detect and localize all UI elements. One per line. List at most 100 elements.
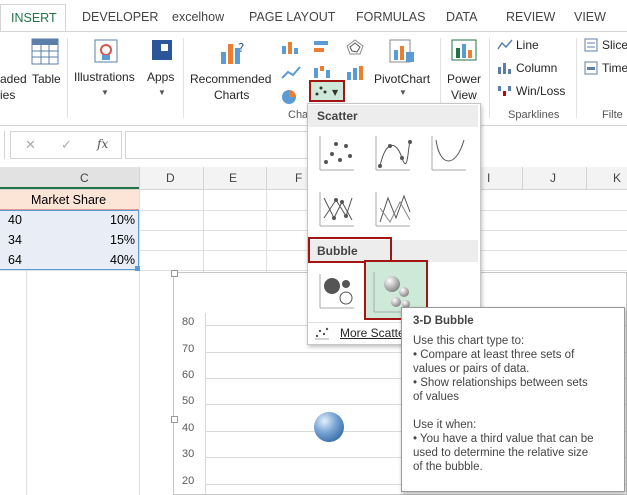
tooltip-line: used to determine the relative size [413,447,589,459]
table-cell[interactable]: 40 [8,210,22,230]
cancel-icon[interactable]: ✕ [25,137,36,153]
tab-developer[interactable]: DEVELOPER [82,10,158,24]
slicer-button[interactable]: Slice [602,38,627,52]
chevron-down-icon: ▼ [158,88,166,97]
y-axis-tick: 60 [182,369,195,381]
chevron-down-icon: ▼ [101,88,109,97]
ribbon-partial-label: aded [0,72,27,86]
tooltip-title: 3-D Bubble [413,315,474,327]
chevron-down-icon: ▼ [399,88,407,97]
column-chart-icon[interactable] [280,38,302,56]
illustrations-button[interactable]: Illustrations [74,70,135,84]
ribbon-divider [576,38,577,118]
radar-chart-icon[interactable] [345,38,365,56]
column-header-k[interactable]: K [613,171,621,185]
column-header-i[interactable]: I [487,171,490,185]
column-header-c[interactable]: C [80,171,89,185]
table-cell[interactable]: 10% [110,210,135,230]
apps-icon[interactable] [150,38,176,64]
scatter-icon: ▼ [315,86,339,97]
bubble-option[interactable] [316,270,358,312]
power-view-label: View [451,88,477,102]
table-cell[interactable]: 64 [8,250,22,270]
tab-review[interactable]: REVIEW [506,10,555,24]
tab-insert[interactable]: INSERT [0,4,66,32]
svg-text:?: ? [238,41,244,55]
tooltip-line: of the bubble. [413,461,483,473]
recommended-charts-button[interactable]: Recommended [190,72,271,86]
sparkline-line-button[interactable]: Line [516,38,539,52]
scatter-option[interactable] [316,132,358,174]
scatter-smooth-markers-option[interactable] [372,132,414,174]
ribbon-divider [489,38,490,118]
power-view-icon[interactable] [450,38,478,66]
pivotchart-icon[interactable] [388,38,418,68]
scatter-straight-markers-option[interactable] [316,188,358,230]
insert-function-icon[interactable]: fx [97,137,108,151]
table-icon[interactable] [31,38,61,66]
bubble-point[interactable] [314,412,344,442]
group-label-charts: Cha [288,109,309,121]
svg-text:▼: ▼ [332,88,339,97]
column-header-e[interactable]: E [229,171,237,185]
tooltip-line: values or pairs of data. [413,363,530,375]
tab-excelhow[interactable]: excelhow [172,10,224,24]
column-header-j[interactable]: J [550,171,556,185]
tooltip-line: • You have a third value that can be [413,433,594,445]
more-scatter-charts-link[interactable]: More Scatte [340,326,405,340]
tab-data[interactable]: DATA [446,10,477,24]
table-cell[interactable]: 15% [110,230,135,250]
line-sparkline-icon [497,38,513,52]
recommended-charts-icon[interactable]: ? [218,38,248,68]
timeline-button[interactable]: Time [602,61,627,75]
tooltip-3d-bubble: 3-D Bubble Use this chart type to: • Com… [401,307,625,492]
tooltip-line: of values [413,391,460,403]
column-header-c-bg [0,167,139,189]
y-axis-tick: 30 [182,448,195,460]
line-chart-icon[interactable] [280,64,302,82]
pie-chart-icon[interactable] [280,88,302,106]
fill-handle[interactable] [135,266,140,271]
sparkline-column-button[interactable]: Column [516,61,557,75]
column-header-d[interactable]: D [166,171,175,185]
tab-formulas[interactable]: FORMULAS [356,10,425,24]
table-cell[interactable]: 34 [8,230,22,250]
group-label-filters: Filte [602,109,623,121]
hierarchy-chart-icon[interactable] [312,38,334,56]
power-view-button[interactable]: Power [447,72,481,86]
slicer-icon [584,38,598,52]
ribbon-divider [183,38,184,118]
name-box[interactable] [0,131,5,159]
scatter-smooth-lines-option[interactable] [428,132,470,174]
pivotchart-button[interactable]: PivotChart [374,72,430,86]
apps-button[interactable]: Apps [147,70,174,84]
y-axis-tick: 70 [182,343,195,355]
winloss-sparkline-icon [497,84,513,98]
formula-input[interactable] [125,131,325,159]
column-sparkline-icon [497,61,513,75]
scatter-straight-lines-option[interactable] [372,188,414,230]
table-cell[interactable]: 40% [110,250,135,270]
area-chart-icon[interactable] [345,64,367,82]
y-axis-tick: 20 [182,475,195,487]
table-button[interactable]: Table [32,72,61,86]
ribbon-divider [67,38,68,118]
scatter-chart-button[interactable]: ▼ [309,80,345,102]
tab-view[interactable]: VIEW [574,10,606,24]
y-axis-tick: 40 [182,422,195,434]
ribbon-partial-label-2: ies [0,88,16,102]
ribbon-tabs: INSERT DEVELOPER excelhow PAGE LAYOUT FO… [0,0,627,32]
group-label-sparklines: Sparklines [508,109,560,121]
y-axis-tick: 50 [182,395,195,407]
illustrations-icon[interactable] [92,38,120,66]
menu-section-scatter: Scatter [308,105,478,127]
enter-icon[interactable]: ✓ [61,137,72,153]
tooltip-line: • Compare at least three sets of [413,349,575,361]
timeline-icon [584,61,598,75]
y-axis-tick: 80 [182,316,195,328]
tooltip-line: Use this chart type to: [413,335,525,347]
table-header-market-share[interactable]: Market Share [31,190,106,210]
sparkline-winloss-button[interactable]: Win/Loss [516,84,565,98]
tab-page-layout[interactable]: PAGE LAYOUT [249,10,335,24]
column-header-f[interactable]: F [295,171,302,185]
